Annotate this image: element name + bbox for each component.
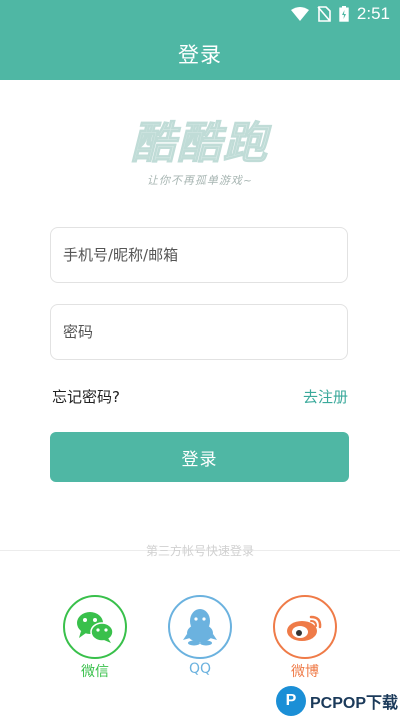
status-bar: 2:51 bbox=[0, 0, 400, 28]
app-bar: 登录 bbox=[0, 28, 400, 80]
password-field[interactable] bbox=[50, 304, 348, 360]
account-input[interactable] bbox=[51, 228, 347, 282]
weibo-label: 微博 bbox=[291, 664, 319, 680]
app-logo: 酷酷跑 让你不再孤单游戏~ bbox=[0, 118, 400, 198]
status-icons: 2:51 bbox=[290, 4, 390, 24]
third-party-label: 第三方帐号快速登录 bbox=[145, 544, 254, 558]
qq-icon[interactable] bbox=[168, 595, 232, 659]
logo-title: 酷酷跑 bbox=[131, 118, 269, 170]
register-link[interactable]: 去注册 bbox=[303, 386, 348, 407]
account-field[interactable] bbox=[50, 227, 348, 283]
no-sim-icon bbox=[317, 6, 331, 22]
watermark-text: PCPOP下载 bbox=[310, 695, 399, 712]
wifi-icon bbox=[290, 7, 309, 21]
login-button[interactable]: 登录 bbox=[50, 432, 349, 482]
weibo-login-button[interactable]: 微博 bbox=[270, 595, 340, 681]
qq-login-button[interactable]: QQ bbox=[165, 595, 235, 677]
status-time: 2:51 bbox=[356, 4, 390, 23]
logo-slogan: 让你不再孤单游戏~ bbox=[146, 174, 254, 187]
watermark: P PCPOP下载 bbox=[276, 684, 398, 718]
forgot-password-link[interactable]: 忘记密码? bbox=[52, 386, 120, 407]
wechat-icon[interactable] bbox=[63, 595, 127, 659]
password-input[interactable] bbox=[51, 305, 347, 359]
pcpop-logo-icon: P bbox=[276, 686, 306, 716]
battery-icon bbox=[339, 6, 349, 22]
page-title: 登录 bbox=[178, 43, 222, 67]
wechat-login-button[interactable]: 微信 bbox=[60, 595, 130, 681]
weibo-icon[interactable] bbox=[273, 595, 337, 659]
qq-label: QQ bbox=[188, 661, 212, 677]
wechat-label: 微信 bbox=[81, 664, 109, 680]
